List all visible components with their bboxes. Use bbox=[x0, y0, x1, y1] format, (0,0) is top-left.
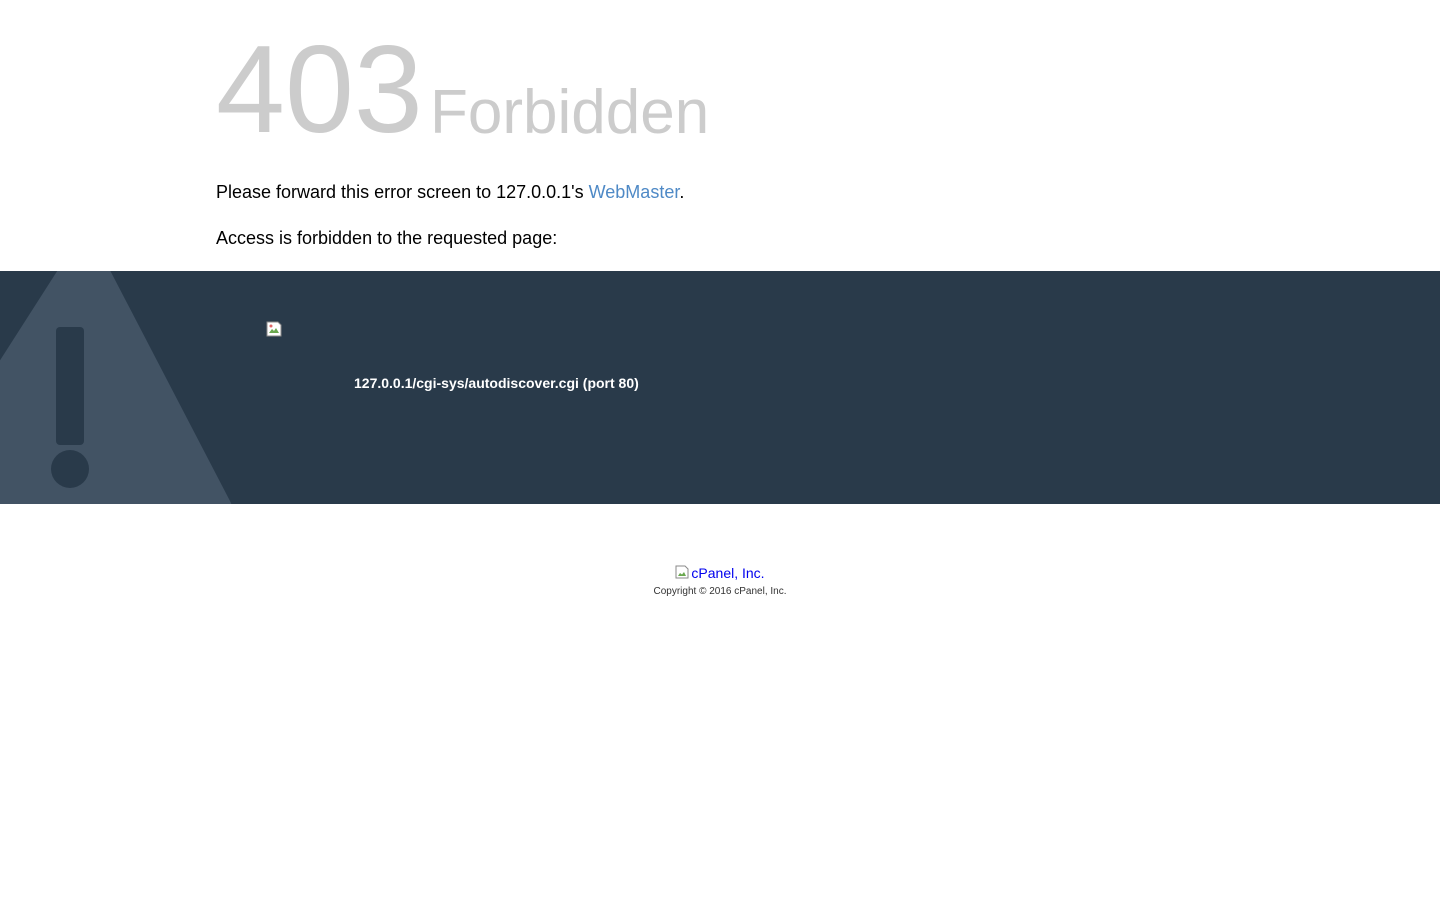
footer: cPanel, Inc. Copyright © 2016 cPanel, In… bbox=[0, 562, 1440, 599]
broken-image-icon bbox=[675, 565, 689, 579]
forward-message-suffix: . bbox=[679, 182, 685, 202]
broken-image-icon bbox=[266, 321, 282, 337]
error-word: Forbidden bbox=[430, 78, 710, 147]
cpanel-logo-alt-text: cPanel, Inc. bbox=[691, 565, 765, 581]
warning-triangle-icon bbox=[0, 271, 232, 504]
webmaster-link[interactable]: WebMaster bbox=[589, 182, 680, 202]
access-message: Access is forbidden to the requested pag… bbox=[216, 228, 558, 248]
requested-url: 127.0.0.1/cgi-sys/autodiscover.cgi (port… bbox=[354, 375, 639, 391]
error-code: 403 bbox=[216, 21, 423, 159]
copyright-text: Copyright © 2016 cPanel, Inc. bbox=[653, 586, 787, 597]
cpanel-logo-link[interactable]: cPanel, Inc. bbox=[675, 562, 765, 584]
forward-message-prefix: Please forward this error screen to 127.… bbox=[216, 182, 589, 202]
forward-message: Please forward this error screen to 127.… bbox=[216, 181, 684, 203]
request-details-band: 127.0.0.1/cgi-sys/autodiscover.cgi (port… bbox=[0, 271, 1440, 504]
